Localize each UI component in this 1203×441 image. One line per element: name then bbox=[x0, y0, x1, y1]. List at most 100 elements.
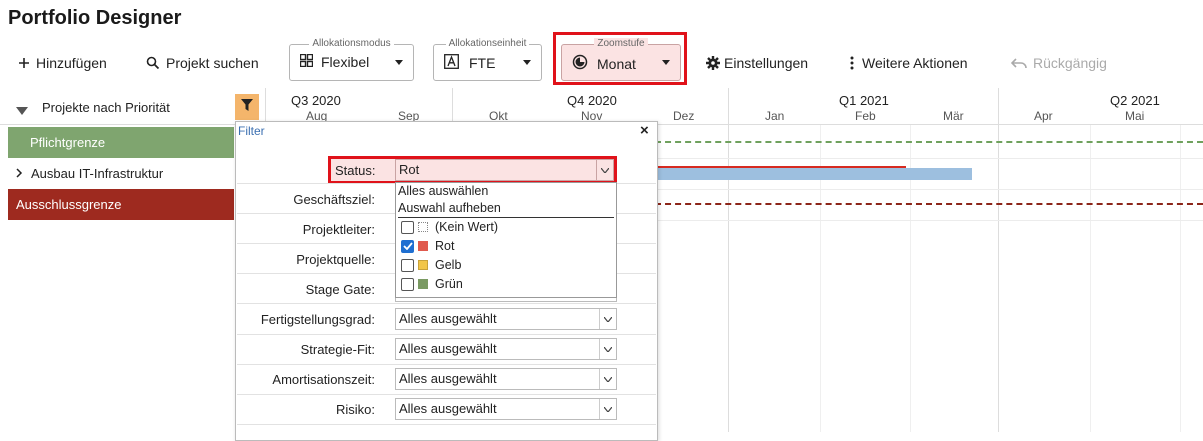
row-label: Ausschlussgrenze bbox=[16, 197, 122, 212]
chevron-down-icon bbox=[599, 369, 616, 389]
strategy-fit-select[interactable]: Alles ausgewählt bbox=[395, 338, 617, 360]
search-project-button[interactable]: Projekt suchen bbox=[146, 52, 259, 74]
status-option-rot[interactable]: Rot bbox=[401, 238, 454, 254]
business-goal-label: Geschäftsziel: bbox=[293, 192, 375, 207]
deselect-all-link[interactable]: Auswahl aufheben bbox=[398, 201, 501, 215]
pflichtgrenze-line bbox=[655, 141, 1203, 143]
row-pflichtgrenze[interactable]: Pflichtgrenze bbox=[8, 127, 234, 158]
completion-select[interactable]: Alles ausgewählt bbox=[395, 308, 617, 330]
allocation-unit-legend: Allokationseinheit bbox=[445, 38, 530, 49]
project-lead-label: Projektleiter: bbox=[302, 222, 375, 237]
divider bbox=[237, 394, 656, 395]
checkbox[interactable] bbox=[401, 258, 414, 272]
divider bbox=[998, 88, 999, 432]
allocation-mode-legend: Allokationsmodus bbox=[309, 38, 394, 49]
amortization-select-value: Alles ausgewählt bbox=[399, 371, 497, 386]
amortization-select[interactable]: Alles ausgewählt bbox=[395, 368, 617, 390]
checkbox-checked[interactable] bbox=[401, 239, 414, 253]
allocation-unit-select[interactable]: Allokationseinheit FTE bbox=[433, 38, 542, 81]
settings-button[interactable]: Einstellungen bbox=[706, 52, 808, 74]
filter-funnel-icon bbox=[241, 98, 253, 116]
strategy-fit-label: Strategie-Fit: bbox=[300, 342, 375, 357]
search-icon bbox=[146, 56, 160, 70]
chevron-right-icon[interactable] bbox=[16, 167, 23, 181]
quarter-label: Q2 2021 bbox=[1110, 93, 1160, 108]
chevron-down-icon bbox=[599, 339, 616, 359]
close-icon[interactable]: × bbox=[640, 122, 649, 139]
settings-label: Einstellungen bbox=[724, 55, 809, 71]
kebab-icon bbox=[850, 56, 854, 70]
zoom-level-select[interactable]: Zoomstufe Monat bbox=[561, 38, 681, 81]
divider bbox=[237, 303, 656, 304]
quarter-label: Q3 2020 bbox=[291, 93, 341, 108]
divider bbox=[1180, 125, 1181, 432]
option-label: Rot bbox=[435, 239, 455, 253]
add-button[interactable]: Hinzufügen bbox=[18, 52, 107, 74]
more-actions-button[interactable]: Weitere Aktionen bbox=[850, 52, 968, 74]
row-label: Ausbau IT-Infrastruktur bbox=[31, 166, 164, 181]
undo-label: Rückgängig bbox=[1033, 55, 1107, 71]
divider bbox=[237, 364, 656, 365]
completion-select-value: Alles ausgewählt bbox=[399, 311, 497, 326]
stage-gate-label: Stage Gate: bbox=[305, 282, 375, 297]
color-swatch bbox=[418, 241, 428, 251]
filter-panel-title: Filter bbox=[238, 124, 265, 138]
project-bar-ausbau[interactable] bbox=[655, 168, 972, 180]
chevron-down-icon bbox=[395, 60, 403, 65]
row-ausschlussgrenze[interactable]: Ausschlussgrenze bbox=[8, 189, 234, 220]
status-option-kein-wert[interactable]: (Kein Wert) bbox=[401, 219, 498, 235]
zoom-level-legend: Zoomstufe bbox=[594, 38, 648, 49]
gear-icon bbox=[706, 56, 720, 70]
row-label: Pflichtgrenze bbox=[30, 135, 106, 150]
month-label: Mär bbox=[943, 109, 964, 123]
more-actions-label: Weitere Aktionen bbox=[862, 55, 968, 71]
zoom-level-value: Monat bbox=[597, 55, 636, 72]
plus-icon bbox=[18, 57, 30, 69]
search-project-label: Projekt suchen bbox=[166, 55, 259, 71]
status-highlight bbox=[328, 156, 617, 184]
chevron-down-icon bbox=[599, 309, 616, 329]
select-all-link[interactable]: Alles auswählen bbox=[398, 184, 488, 198]
check-icon bbox=[402, 242, 413, 250]
chevron-down-icon bbox=[599, 399, 616, 419]
risk-select-value: Alles ausgewählt bbox=[399, 401, 497, 416]
allocation-unit-value: FTE bbox=[469, 55, 496, 71]
checkbox[interactable] bbox=[401, 277, 414, 291]
strategy-fit-select-value: Alles ausgewählt bbox=[399, 341, 497, 356]
month-label: Jan bbox=[765, 109, 785, 123]
project-source-label: Projektquelle: bbox=[296, 252, 375, 267]
risk-label: Risiko: bbox=[335, 402, 375, 417]
clock-icon bbox=[572, 54, 588, 73]
chevron-down-icon bbox=[662, 60, 670, 65]
divider bbox=[452, 88, 453, 125]
allocation-mode-select[interactable]: Allokationsmodus Flexibel bbox=[289, 38, 414, 81]
chevron-down-icon bbox=[523, 60, 531, 65]
app-title: Portfolio Designer bbox=[8, 7, 182, 29]
color-swatch bbox=[418, 279, 428, 289]
month-label: Feb bbox=[855, 109, 876, 123]
allocation-mode-value: Flexibel bbox=[321, 54, 370, 70]
month-label: Apr bbox=[1034, 109, 1053, 123]
risk-select[interactable]: Alles ausgewählt bbox=[395, 398, 617, 420]
month-label: Dez bbox=[673, 109, 695, 123]
add-button-label: Hinzufügen bbox=[36, 55, 107, 71]
color-swatch bbox=[418, 260, 428, 270]
ausschlussgrenze-line bbox=[655, 203, 1203, 205]
grid-icon bbox=[299, 53, 314, 70]
color-swatch bbox=[418, 222, 428, 232]
row-ausbau-it-infrastruktur[interactable]: Ausbau IT-Infrastruktur bbox=[8, 158, 234, 189]
option-label: Gelb bbox=[435, 258, 462, 272]
divider bbox=[728, 88, 729, 432]
collapse-triangle-icon[interactable] bbox=[16, 102, 28, 120]
filter-button[interactable] bbox=[235, 94, 259, 120]
amortization-label: Amortisationszeit: bbox=[272, 372, 375, 387]
letter-a-icon bbox=[444, 54, 459, 72]
status-option-gelb[interactable]: Gelb bbox=[401, 257, 461, 273]
option-label: Grün bbox=[435, 277, 463, 291]
option-label: (Kein Wert) bbox=[435, 220, 498, 234]
status-option-gruen[interactable]: Grün bbox=[401, 276, 463, 292]
undo-button[interactable]: Rückgängig bbox=[1011, 52, 1107, 74]
checkbox[interactable] bbox=[401, 220, 414, 234]
project-list-header-label: Projekte nach Priorität bbox=[42, 100, 170, 115]
divider bbox=[1090, 125, 1091, 432]
